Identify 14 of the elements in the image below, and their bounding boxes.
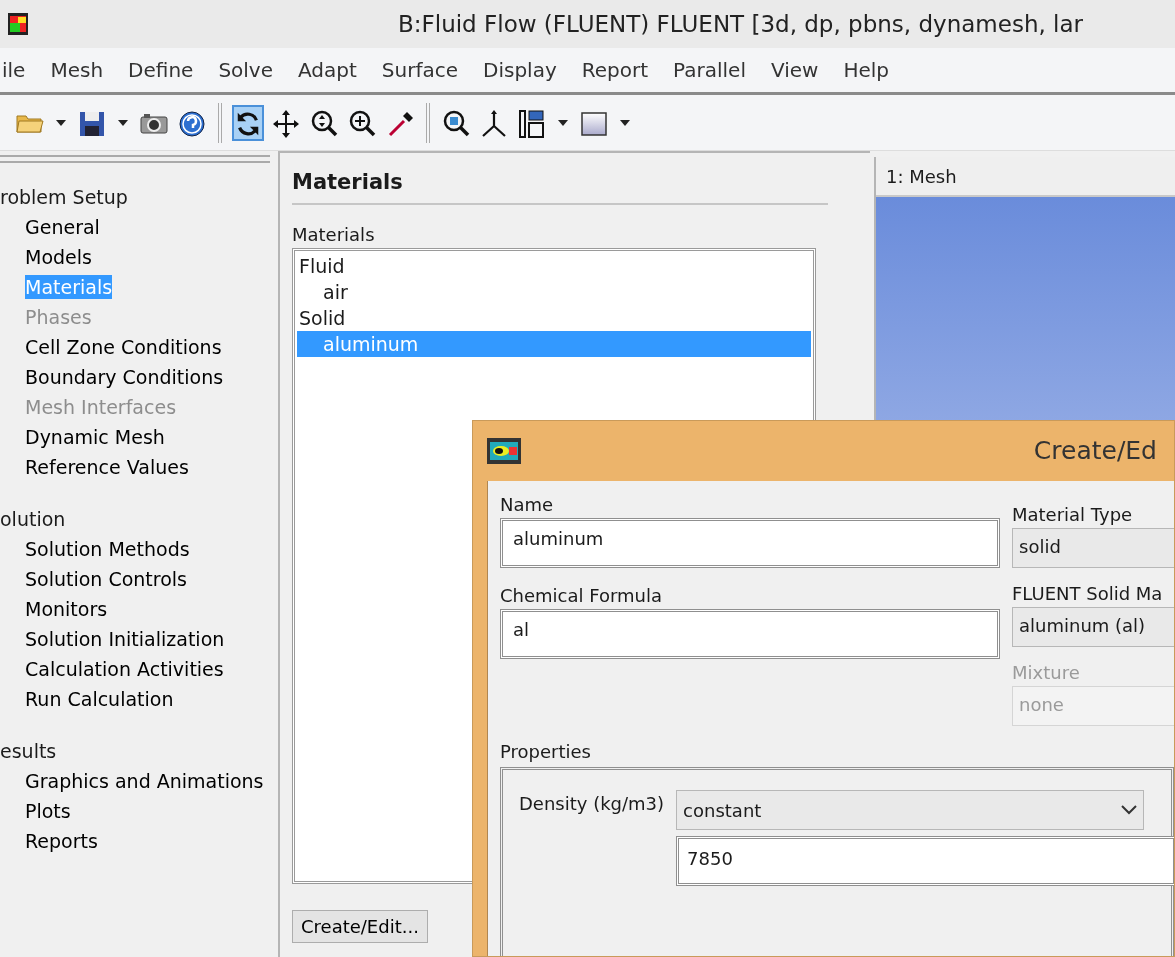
field-label: Mixture — [1012, 661, 1081, 685]
panel-title: Materials — [292, 167, 828, 205]
property-label: Density (kg/m3) — [519, 792, 665, 816]
field-label: Chemical Formula — [500, 584, 664, 608]
dialog-title: Create/Ed — [1033, 435, 1157, 468]
nav-group-header: roblem Setup — [0, 185, 129, 210]
field-label: Name — [500, 493, 555, 517]
field-label: Material Type — [1012, 503, 1134, 527]
nav-group-header: olution — [0, 507, 67, 532]
nav-group-header: esults — [0, 739, 58, 764]
list-label: Materials — [292, 222, 376, 247]
field-label: FLUENT Solid Ma — [1012, 582, 1164, 606]
group-label: Properties — [500, 740, 592, 764]
window-title: B:Fluid Flow (FLUENT) FLUENT [3d, dp, pbns, dynamesh, lar — [398, 9, 1084, 39]
